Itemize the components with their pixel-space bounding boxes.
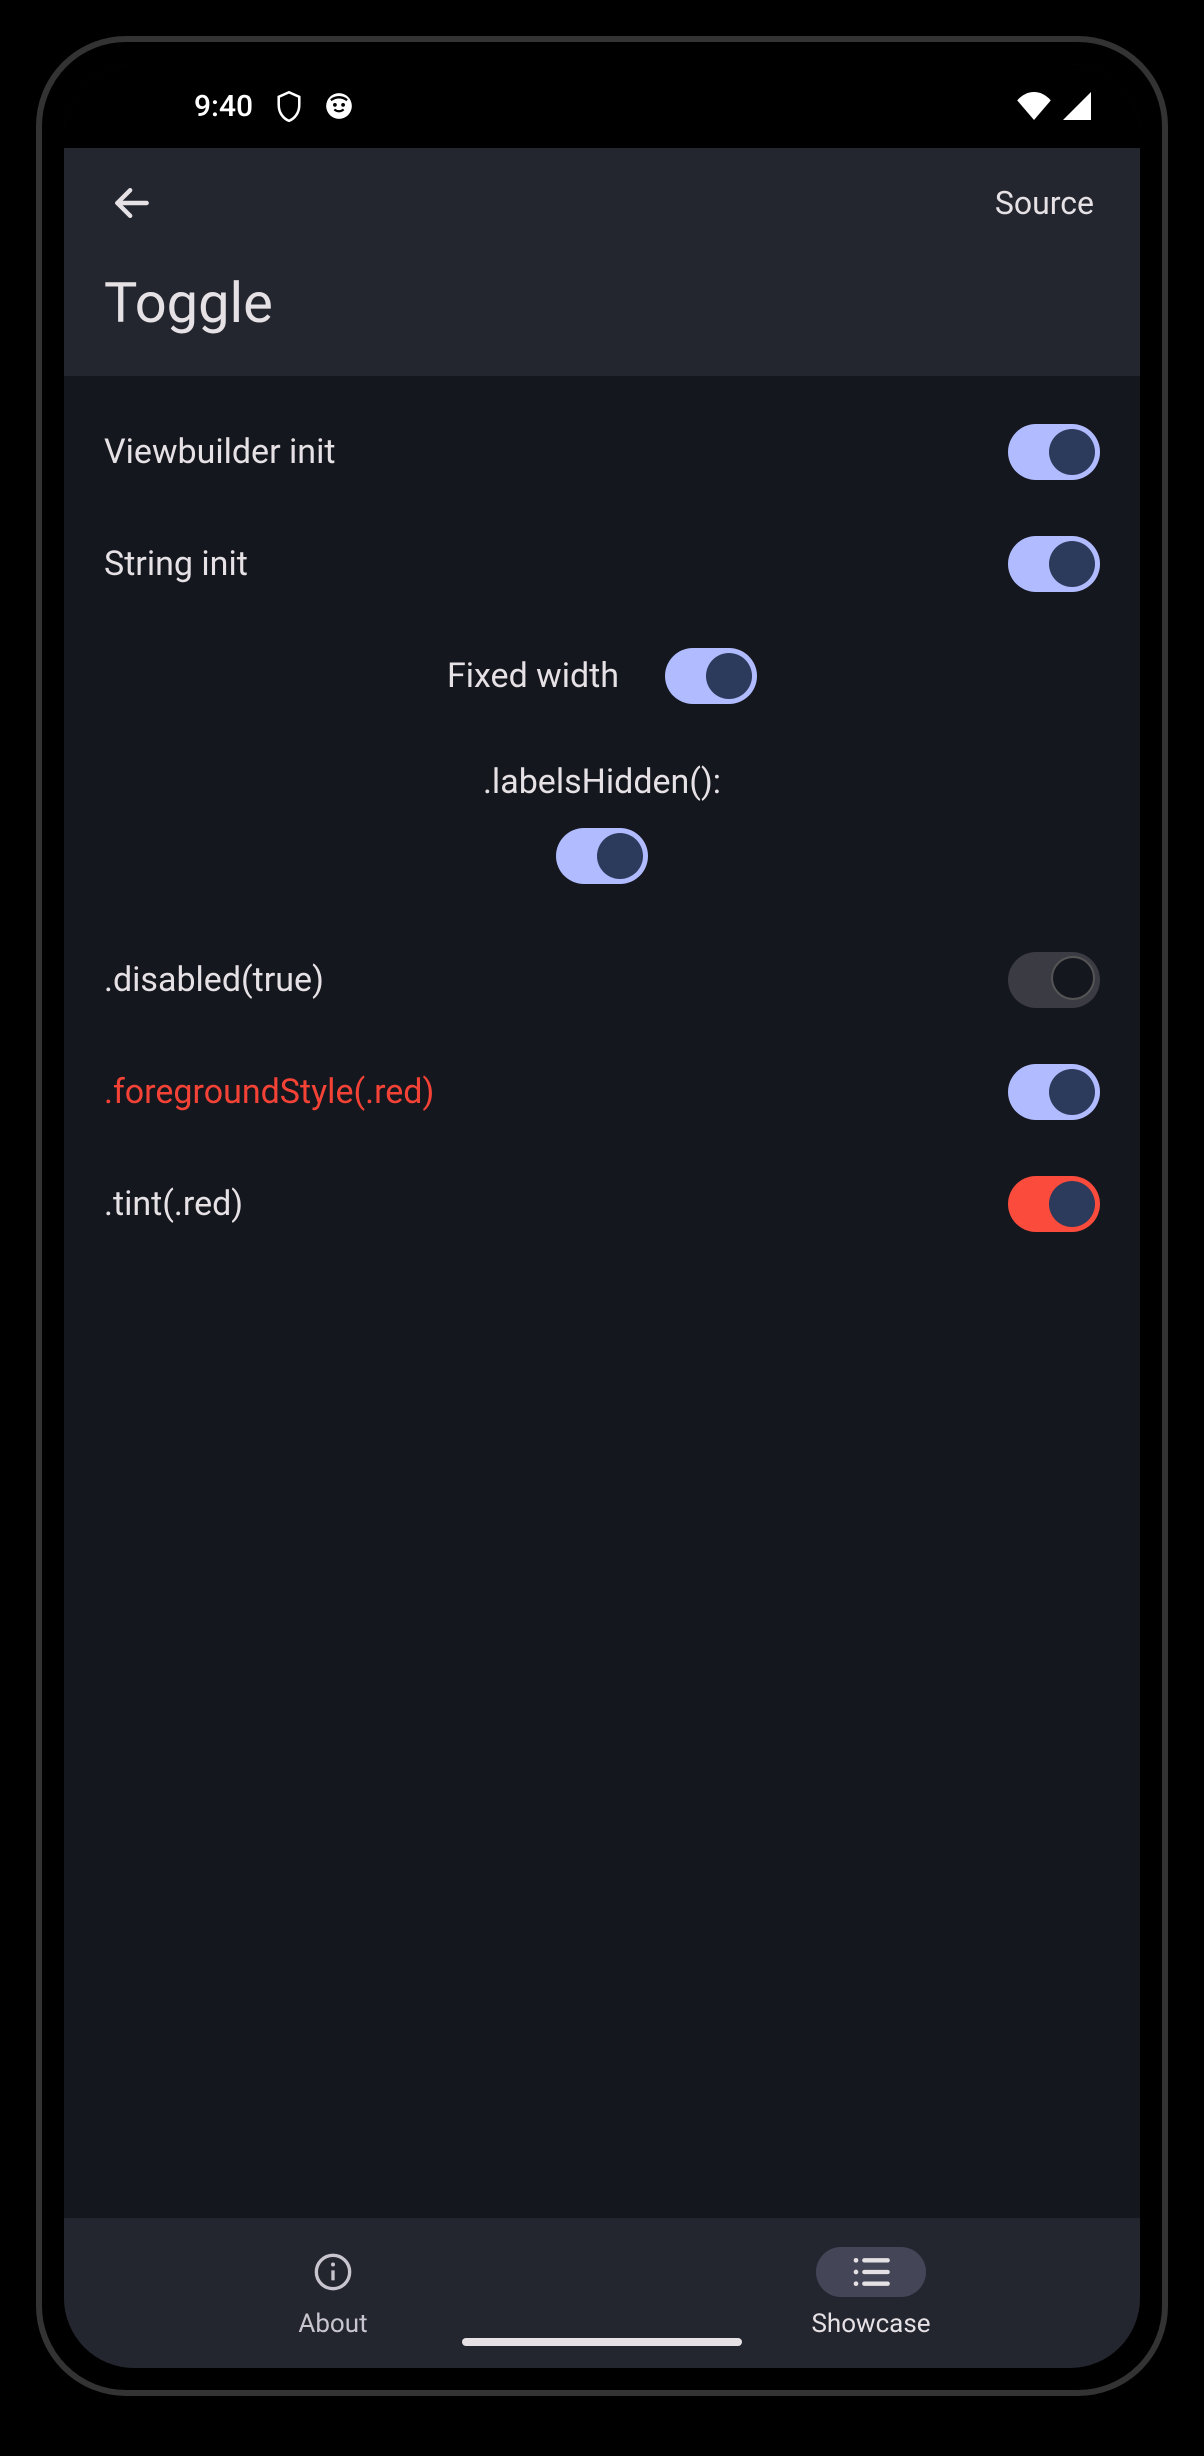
toggle-string[interactable]	[1008, 536, 1100, 592]
cell-signal-icon	[1062, 92, 1092, 120]
app-header: Source Toggle	[64, 148, 1140, 376]
label-tint-red: .tint(.red)	[104, 1184, 243, 1224]
toggle-fixed-width[interactable]	[665, 648, 757, 704]
row-disabled: .disabled(true)	[104, 924, 1100, 1036]
label-foreground-red: .foregroundStyle(.red)	[104, 1072, 434, 1112]
toggle-labels-hidden[interactable]	[556, 828, 648, 884]
label-string: String init	[104, 544, 248, 584]
face-icon	[325, 92, 353, 120]
toggle-viewbuilder[interactable]	[1008, 424, 1100, 480]
nav-about[interactable]: About	[64, 2247, 602, 2339]
row-viewbuilder: Viewbuilder init	[104, 396, 1100, 508]
shield-icon	[275, 90, 303, 122]
status-bar: 9:40	[64, 64, 1140, 148]
list-icon	[851, 2255, 891, 2289]
label-viewbuilder: Viewbuilder init	[104, 432, 335, 472]
row-string: String init	[104, 508, 1100, 620]
wifi-icon	[1016, 92, 1052, 120]
source-link[interactable]: Source	[989, 176, 1100, 230]
row-fixed-width: Fixed width	[104, 620, 1100, 732]
toggle-disabled	[1008, 952, 1100, 1008]
nav-showcase[interactable]: Showcase	[602, 2247, 1140, 2339]
row-tint-red: .tint(.red)	[104, 1148, 1100, 1260]
toggle-foreground-red[interactable]	[1008, 1064, 1100, 1120]
page-title: Toggle	[104, 270, 1100, 336]
row-foreground-red: .foregroundStyle(.red)	[104, 1036, 1100, 1148]
content-area: Viewbuilder init String init Fixed width…	[64, 376, 1140, 2218]
home-indicator[interactable]	[462, 2338, 742, 2346]
toggle-tint-red[interactable]	[1008, 1176, 1100, 1232]
label-fixed-width: Fixed width	[447, 656, 619, 696]
back-button[interactable]	[104, 175, 160, 231]
nav-showcase-label: Showcase	[811, 2309, 930, 2339]
label-disabled: .disabled(true)	[104, 960, 324, 1000]
status-time: 9:40	[194, 89, 253, 124]
nav-about-label: About	[298, 2309, 367, 2339]
info-icon	[313, 2252, 353, 2292]
label-labels-hidden-caption: .labelsHidden():	[104, 762, 1100, 802]
